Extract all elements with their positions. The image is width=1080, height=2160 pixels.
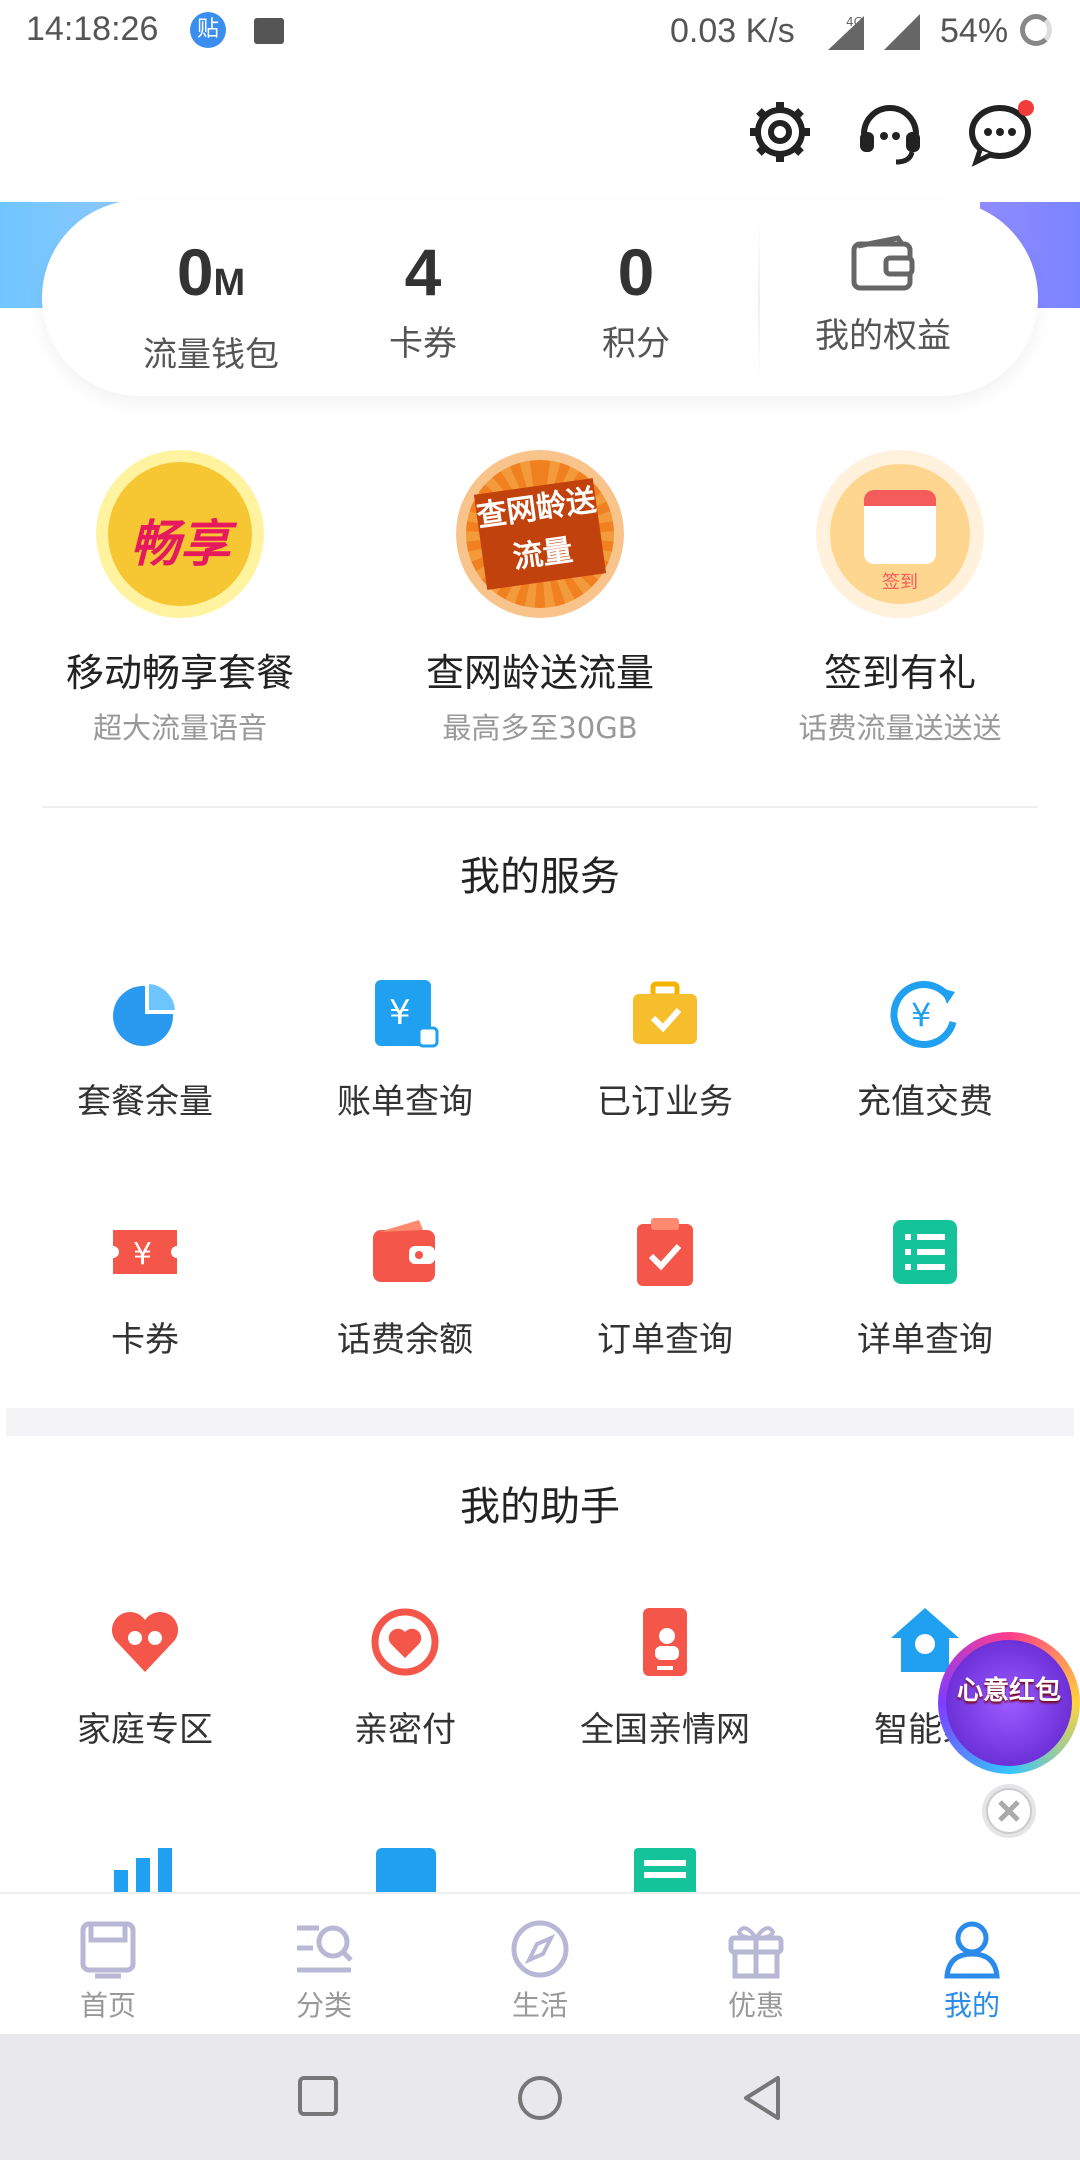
services-title: 我的服务 (460, 854, 620, 900)
points-label: 积分 (602, 324, 670, 364)
status-time: 14:18:26 (26, 10, 159, 48)
flow-wallet[interactable]: 0M 流量钱包 (111, 200, 311, 396)
signal-icon (882, 12, 922, 52)
nav-category[interactable]: 分类 (216, 1894, 432, 2034)
compass-icon (509, 1918, 571, 1980)
svg-text:¥: ¥ (911, 996, 931, 1034)
calendar-icon: 签到 (816, 450, 984, 618)
promo-subtitle: 话费流量送送送 (798, 711, 1002, 745)
image-icon (254, 18, 284, 44)
list-icon (889, 1216, 961, 1288)
home-icon (77, 1918, 139, 1980)
gear-icon (750, 102, 810, 162)
coupons-stat[interactable]: 4 卡券 (323, 200, 523, 396)
service-detail-query[interactable]: 详单查询 (795, 1216, 1055, 1361)
service-package-balance[interactable]: 套餐余量 (15, 978, 275, 1123)
settings-button[interactable] (744, 96, 816, 168)
promo-subtitle: 超大流量语音 (92, 711, 267, 745)
coupons-label: 卡券 (389, 324, 457, 364)
stats-card: 0M 流量钱包 4 卡券 0 积分 我的权益 (42, 200, 1038, 396)
svg-text:¥: ¥ (133, 1237, 152, 1272)
service-coupons[interactable]: ¥ 卡券 (15, 1216, 275, 1361)
svg-text:¥: ¥ (389, 993, 411, 1033)
signal-4g-icon: 4G (824, 12, 868, 52)
promo-signin[interactable]: 签到 签到有礼 话费流量送送送 (750, 450, 1050, 747)
puzzle-icon (376, 1848, 436, 1892)
points-value: 0 (617, 235, 655, 309)
tie-app-icon: 贴 (190, 12, 226, 48)
battery-ring-icon (1020, 14, 1052, 46)
points-stat[interactable]: 0 积分 (536, 200, 736, 396)
bill-icon: ¥ (369, 978, 441, 1050)
nav-mine[interactable]: 我的 (864, 1894, 1080, 2034)
assistant-family-zone[interactable]: 家庭专区 (15, 1606, 275, 1751)
heart-family-icon (109, 1606, 181, 1678)
promo-wangling[interactable]: 查网龄送流量 查网龄送流量 最高多至30GB (390, 450, 690, 747)
wangling-icon: 查网龄送流量 (456, 450, 624, 618)
battery-percent: 54% (940, 12, 1009, 50)
gift-icon (725, 1918, 787, 1980)
my-benefits[interactable]: 我的权益 (768, 200, 998, 396)
assistant-family-network[interactable]: 全国亲情网 (535, 1606, 795, 1751)
red-packet-float-button[interactable]: 心意红包 (938, 1632, 1080, 1774)
category-search-icon (293, 1918, 355, 1980)
close-icon (986, 1788, 1032, 1834)
flow-value: 0 (176, 235, 214, 309)
stats-divider (758, 220, 760, 380)
service-order-query[interactable]: 订单查询 (535, 1216, 795, 1361)
pie-chart-icon (109, 978, 181, 1050)
promo-title: 移动畅享套餐 (65, 651, 294, 695)
phone-family-icon (629, 1606, 701, 1678)
status-bar: 14:18:26 贴 0.03 K/s 4G 54% (0, 0, 1080, 66)
promo-title: 查网龄送流量 (425, 651, 654, 695)
back-button[interactable] (740, 2074, 786, 2122)
benefits-label: 我的权益 (815, 316, 951, 356)
service-bill-query[interactable]: ¥ 账单查询 (275, 978, 535, 1123)
user-icon (941, 1918, 1003, 1980)
nav-home[interactable]: 首页 (0, 1894, 216, 2034)
bar-chart-icon (114, 1848, 174, 1892)
service-recharge[interactable]: ¥ 充值交费 (795, 978, 1055, 1123)
heart-circle-icon (369, 1606, 441, 1678)
briefcase-icon (629, 978, 701, 1050)
nav-life[interactable]: 生活 (432, 1894, 648, 2034)
service-balance[interactable]: 话费余额 (275, 1216, 535, 1361)
section-separator (6, 1408, 1074, 1436)
system-navigation-bar (0, 2034, 1080, 2160)
assistant-title: 我的助手 (460, 1484, 620, 1530)
messages-button[interactable] (966, 96, 1038, 168)
assistant-intimate-pay[interactable]: 亲密付 (275, 1606, 535, 1751)
promo-title: 签到有礼 (823, 651, 976, 695)
close-float-button[interactable] (982, 1784, 1036, 1838)
wallet-icon (369, 1216, 441, 1288)
flow-label: 流量钱包 (143, 335, 279, 375)
bottom-nav: 首页 分类 生活 优惠 我的 (0, 1892, 1080, 2034)
promo-subtitle: 最高多至30GB (442, 711, 638, 745)
changxiang-icon: 畅享 (96, 450, 264, 618)
back-triangle-icon (744, 2076, 780, 2120)
section-divider (42, 806, 1038, 808)
yuan-refresh-icon: ¥ (889, 978, 961, 1050)
clipboard-icon (629, 1216, 701, 1288)
net-speed: 0.03 K/s (670, 12, 795, 50)
red-packet-text: 心意红包 (956, 1676, 1061, 1706)
coupon-icon: ¥ (109, 1216, 181, 1288)
home-button[interactable] (518, 2076, 562, 2120)
customer-service-button[interactable] (854, 96, 926, 168)
message-icon (969, 100, 1034, 167)
flow-unit: M (213, 262, 246, 304)
wallet-icon (850, 234, 916, 294)
headset-icon (860, 105, 920, 165)
coupons-value: 4 (404, 235, 442, 309)
service-subscribed[interactable]: 已订业务 (535, 978, 795, 1123)
recents-button[interactable] (298, 2076, 338, 2116)
svg-text:4G: 4G (846, 15, 863, 29)
promo-changxiang[interactable]: 畅享 移动畅享套餐 超大流量语音 (30, 450, 330, 747)
nav-offers[interactable]: 优惠 (648, 1894, 864, 2034)
document-icon (634, 1848, 696, 1892)
